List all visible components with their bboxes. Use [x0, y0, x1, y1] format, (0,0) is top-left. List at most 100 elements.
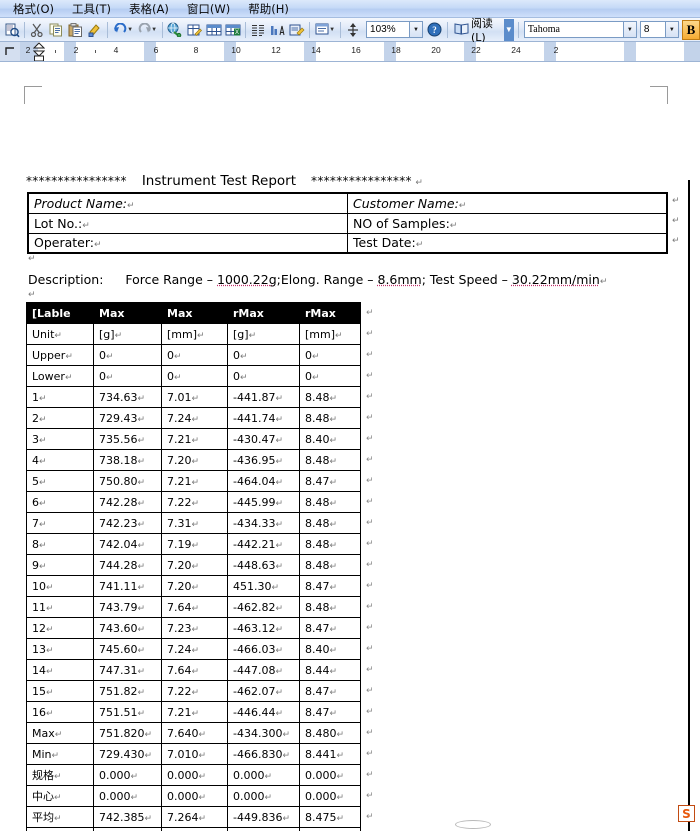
data-cell[interactable]: 7.640↵: [161, 722, 228, 744]
horizontal-ruler[interactable]: 2 2 4 6 8 10 12 14 16 18 20 22 24 2: [20, 42, 700, 61]
menu-item-help[interactable]: 帮助(H): [239, 0, 298, 18]
data-cell[interactable]: 7.20↵: [161, 575, 228, 597]
data-cell[interactable]: 0.000↵: [161, 764, 228, 786]
data-cell[interactable]: -464.04↵: [227, 470, 300, 492]
data-cell[interactable]: 8.47↵: [299, 680, 361, 702]
data-cell[interactable]: 742.04↵: [93, 533, 162, 555]
document-map-icon[interactable]: [288, 20, 305, 40]
data-cell[interactable]: 7.01↵: [161, 386, 228, 408]
row-label-cell[interactable]: 9↵: [26, 554, 94, 576]
info-cell-no-of-samples[interactable]: NO of Samples:↵: [347, 212, 668, 234]
data-cell[interactable]: 0.000↵: [299, 785, 361, 807]
data-cell[interactable]: 742.28↵: [93, 491, 162, 513]
data-cell[interactable]: -434.33↵: [227, 512, 300, 534]
font-size-dropdown-icon[interactable]: ▼: [665, 21, 679, 38]
data-cell[interactable]: -436.95↵: [227, 449, 300, 471]
tab-stop-selector[interactable]: [0, 42, 20, 61]
toolbar-collapse-handle[interactable]: ▼: [503, 18, 514, 41]
data-cell[interactable]: 8.441↵: [299, 743, 361, 765]
data-cell[interactable]: -462.82↵: [227, 596, 300, 618]
data-cell[interactable]: 7.20↵: [161, 449, 228, 471]
zoom-value[interactable]: 103%: [366, 21, 411, 38]
data-cell[interactable]: -466.830↵: [227, 743, 300, 765]
info-cell-product-name[interactable]: Product Name:↵: [27, 192, 348, 214]
data-cell[interactable]: 11.138↵: [227, 827, 300, 831]
data-cell[interactable]: 7.010↵: [161, 743, 228, 765]
cut-icon[interactable]: [29, 20, 46, 40]
info-cell-test-date[interactable]: Test Date:↵: [347, 232, 668, 254]
row-label-cell[interactable]: 中心↵: [26, 785, 94, 807]
row-label-cell[interactable]: Max↵: [26, 722, 94, 744]
row-label-cell[interactable]: 10↵: [26, 575, 94, 597]
undo-icon[interactable]: [112, 20, 129, 40]
row-label-cell[interactable]: Unit↵: [26, 323, 94, 345]
data-cell[interactable]: -447.08↵: [227, 659, 300, 681]
data-cell[interactable]: 0.000↵: [93, 764, 162, 786]
data-cell[interactable]: 7.31↵: [161, 512, 228, 534]
data-cell[interactable]: 8.40↵: [299, 428, 361, 450]
data-cell[interactable]: 0↵: [93, 365, 162, 387]
row-label-cell[interactable]: 15↵: [26, 680, 94, 702]
data-cell[interactable]: 751.82↵: [93, 680, 162, 702]
row-label-cell[interactable]: 6↵: [26, 491, 94, 513]
format-painter-icon[interactable]: [86, 20, 103, 40]
zoom-control[interactable]: 103% ▼: [366, 21, 424, 38]
info-cell-operater[interactable]: Operater:↵: [27, 232, 348, 254]
show-hide-marks-icon[interactable]: [314, 20, 331, 40]
data-cell[interactable]: 8.47↵: [299, 470, 361, 492]
data-cell[interactable]: 7.23↵: [161, 617, 228, 639]
data-cell[interactable]: 7.22↵: [161, 680, 228, 702]
data-cell[interactable]: -466.03↵: [227, 638, 300, 660]
data-cell[interactable]: 743.79↵: [93, 596, 162, 618]
data-cell[interactable]: 451.30↵: [227, 575, 300, 597]
data-cell[interactable]: 742.23↵: [93, 512, 162, 534]
data-cell[interactable]: -448.63↵: [227, 554, 300, 576]
data-cell[interactable]: -442.21↵: [227, 533, 300, 555]
data-cell[interactable]: 7.64↵: [161, 596, 228, 618]
data-cell[interactable]: 8.48↵: [299, 554, 361, 576]
row-label-cell[interactable]: 1↵: [26, 386, 94, 408]
data-cell[interactable]: 743.60↵: [93, 617, 162, 639]
data-cell[interactable]: 0.011↵: [299, 827, 361, 831]
insert-excel-sheet-icon[interactable]: X: [224, 20, 241, 40]
data-cell[interactable]: [mm]↵: [161, 323, 228, 345]
info-cell-lot-no[interactable]: Lot No.:↵: [27, 212, 348, 234]
insert-table-icon[interactable]: [205, 20, 222, 40]
data-cell[interactable]: 8.44↵: [299, 659, 361, 681]
font-name-control[interactable]: Tahoma ▼: [523, 21, 637, 38]
data-cell[interactable]: 8.48↵: [299, 449, 361, 471]
data-cell[interactable]: 738.18↵: [93, 449, 162, 471]
data-cell[interactable]: -463.12↵: [227, 617, 300, 639]
data-cell[interactable]: -446.44↵: [227, 701, 300, 723]
data-cell[interactable]: 0.000↵: [227, 785, 300, 807]
data-cell[interactable]: 0.000↵: [227, 764, 300, 786]
data-cell[interactable]: -445.99↵: [227, 491, 300, 513]
zoom-stepper-icon[interactable]: [345, 20, 362, 40]
row-label-cell[interactable]: 2↵: [26, 407, 94, 429]
data-cell[interactable]: 0.000↵: [93, 785, 162, 807]
data-cell[interactable]: -441.74↵: [227, 407, 300, 429]
data-cell[interactable]: 0↵: [227, 365, 300, 387]
data-cell[interactable]: [mm]↵: [299, 323, 361, 345]
data-cell[interactable]: 0↵: [299, 344, 361, 366]
row-label-cell[interactable]: 14↵: [26, 659, 94, 681]
data-cell[interactable]: [g]↵: [93, 323, 162, 345]
row-label-cell[interactable]: 3↵: [26, 428, 94, 450]
data-cell[interactable]: 745.60↵: [93, 638, 162, 660]
info-cell-customer-name[interactable]: Customer Name:↵: [347, 192, 668, 214]
data-cell[interactable]: 750.80↵: [93, 470, 162, 492]
menu-item-window[interactable]: 窗口(W): [178, 0, 239, 18]
data-cell[interactable]: -441.87↵: [227, 386, 300, 408]
measurement-data-table[interactable]: [Lable Max Max rMax rMax Unit↵ [g]↵ [mm]↵[…: [26, 302, 361, 831]
font-size-value[interactable]: 8: [639, 21, 666, 38]
data-cell[interactable]: 8.40↵: [299, 638, 361, 660]
row-label-cell[interactable]: 4↵: [26, 449, 94, 471]
row-label-cell[interactable]: 平均↵: [26, 806, 94, 828]
data-cell[interactable]: 8.48↵: [299, 533, 361, 555]
data-cell[interactable]: 8.48↵: [299, 407, 361, 429]
data-cell[interactable]: 0↵: [161, 344, 228, 366]
data-cell[interactable]: 729.430↵: [93, 743, 162, 765]
row-label-cell[interactable]: Lower↵: [26, 365, 94, 387]
document-canvas[interactable]: **************** Instrument Test Report …: [0, 62, 700, 831]
row-label-cell[interactable]: 规格↵: [26, 764, 94, 786]
